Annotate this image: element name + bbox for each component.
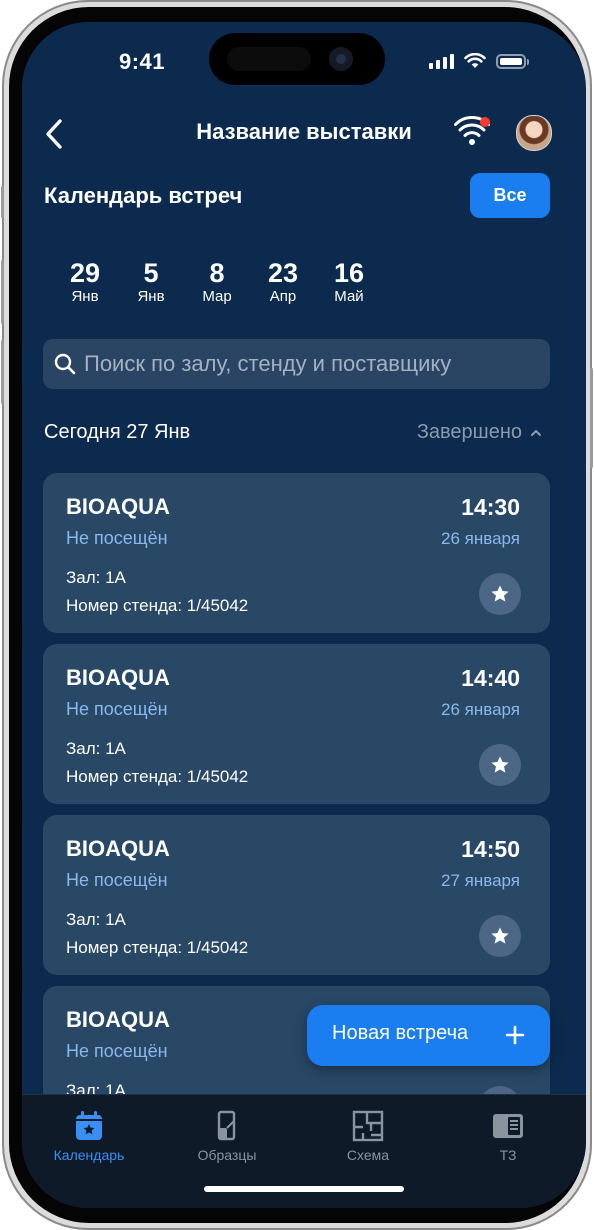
search-input[interactable]: Поиск по залу, стенду и поставщику	[43, 339, 550, 389]
supplier-name: BIOAQUA	[66, 665, 170, 690]
tab-label: ТЗ	[499, 1147, 517, 1163]
section-title: Календарь встреч	[44, 183, 243, 208]
meeting-time: 14:40	[461, 665, 520, 691]
star-icon	[491, 756, 509, 773]
tab-label: Образцы	[197, 1147, 257, 1163]
tab-floor-plan[interactable]: Схема	[313, 1109, 423, 1163]
date-month: Апр	[269, 288, 297, 305]
completed-filter[interactable]: Завершено	[417, 421, 542, 444]
search-icon	[54, 353, 76, 375]
battery-icon	[496, 53, 529, 69]
calendar-star-icon	[76, 1111, 102, 1140]
chevron-up-icon	[531, 429, 541, 436]
stand-number: Номер стенда: 1/45042	[66, 596, 249, 615]
date-month: Мар	[202, 288, 232, 305]
date-month: Май	[334, 288, 364, 305]
date-item[interactable]: 8 Мар	[184, 258, 250, 306]
meeting-card[interactable]: BIOAQUA 14:40 Не посещён 26 января Зал: …	[43, 644, 550, 804]
meeting-date: 26 января	[441, 700, 520, 719]
new-meeting-label: Новая встреча	[332, 1022, 469, 1044]
all-button[interactable]: Все	[470, 173, 550, 218]
supplier-name: BIOAQUA	[66, 1007, 170, 1032]
date-month: Янв	[71, 288, 99, 305]
supplier-name: BIOAQUA	[66, 836, 170, 861]
back-arrow-icon[interactable]	[40, 115, 70, 153]
meeting-date: 27 января	[441, 871, 520, 890]
samples-icon	[217, 1110, 236, 1141]
hall-label: Зал: 1А	[66, 910, 126, 929]
star-icon	[491, 927, 509, 944]
search-placeholder: Поиск по залу, стенду и поставщику	[84, 351, 452, 376]
date-item[interactable]: 16 Май	[316, 258, 382, 306]
dynamic-island	[209, 33, 385, 85]
volume-down-button	[1, 340, 4, 404]
date-day: 29	[69, 258, 101, 288]
completed-filter-label: Завершено	[416, 421, 522, 443]
volume-up-button	[1, 260, 4, 324]
favorite-button[interactable]	[479, 573, 521, 615]
date-month: Янв	[137, 288, 165, 305]
power-button	[590, 368, 593, 468]
hall-label: Зал: 1А	[66, 739, 126, 758]
date-day: 8	[209, 258, 225, 288]
notification-badge	[480, 117, 490, 127]
front-camera-icon	[329, 47, 353, 71]
date-day: 16	[333, 258, 365, 288]
home-indicator	[204, 1186, 404, 1192]
today-label: Сегодня 27 Янв	[44, 421, 191, 443]
favorite-button[interactable]	[479, 744, 521, 786]
stand-number: Номер стенда: 1/45042	[66, 767, 249, 786]
favorite-button[interactable]	[479, 915, 521, 957]
tab-label: Схема	[346, 1147, 390, 1163]
status-time: 9:41	[118, 49, 166, 74]
page-title: Название выставки	[196, 119, 412, 144]
date-item[interactable]: 5 Янв	[118, 258, 184, 306]
cellular-signal-icon	[429, 53, 454, 69]
plus-icon	[505, 1025, 525, 1045]
app-screen: 9:41 Название выставки Календарь встреч …	[22, 22, 586, 1208]
floor-plan-icon	[352, 1110, 384, 1142]
date-item[interactable]: 29 Янв	[52, 258, 118, 306]
wifi-status-icon	[464, 53, 486, 68]
mute-switch	[1, 186, 4, 218]
meeting-time: 14:50	[461, 836, 520, 862]
visit-status: Не посещён	[66, 1041, 168, 1061]
date-item[interactable]: 23 Апр	[250, 258, 316, 306]
stand-number: Номер стенда: 1/45042	[66, 938, 249, 957]
meeting-date: 26 января	[441, 529, 520, 548]
tab-label: Календарь	[53, 1147, 125, 1163]
visit-status: Не посещён	[66, 870, 168, 890]
visit-status: Не посещён	[66, 528, 168, 548]
hall-label: Зал: 1А	[66, 568, 126, 587]
date-day: 5	[143, 258, 159, 288]
tab-samples[interactable]: Образцы	[172, 1109, 282, 1163]
date-selector: 29 Янв 5 Янв 8 Мар 23 Апр 16 Май	[52, 258, 382, 306]
status-icons	[429, 52, 529, 70]
tab-calendar[interactable]: Календарь	[34, 1109, 144, 1163]
meeting-card[interactable]: BIOAQUA 14:50 Не посещён 27 января Зал: …	[43, 815, 550, 975]
tab-specification[interactable]: ТЗ	[453, 1109, 563, 1163]
star-icon	[491, 585, 509, 602]
new-meeting-button[interactable]: Новая встреча	[307, 1005, 550, 1066]
date-day: 23	[267, 258, 299, 288]
visit-status: Не посещён	[66, 699, 168, 719]
avatar[interactable]	[516, 115, 552, 151]
document-icon	[493, 1114, 523, 1138]
supplier-name: BIOAQUA	[66, 494, 170, 519]
meeting-time: 14:30	[461, 494, 520, 520]
meeting-card[interactable]: BIOAQUA 14:30 Не посещён 26 января Зал: …	[43, 473, 550, 633]
